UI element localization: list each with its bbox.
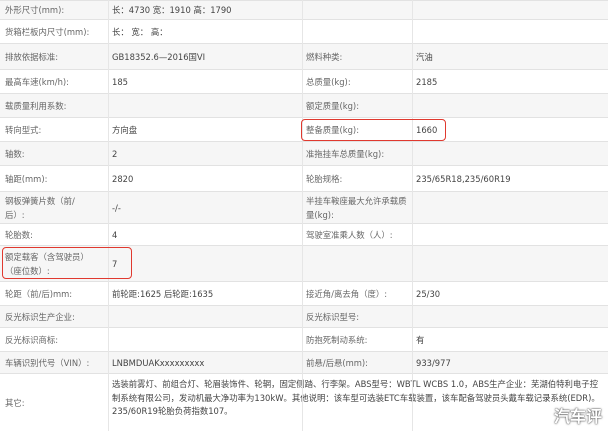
row-label-right: 半挂车鞍座最大允许承载质量(kg):: [306, 195, 407, 220]
row-value-right: 2185: [416, 76, 438, 87]
spec-row: 钢板弹簧片数（前/后）: -/- 半挂车鞍座最大允许承载质量(kg):: [0, 192, 608, 224]
highlight-box-seating: [2, 247, 132, 279]
row-label: 最高车速(km/h):: [5, 76, 69, 87]
spec-row: 车辆识别代号（VIN）: LNBMDUAKxxxxxxxxx 前悬/后悬(mm)…: [0, 352, 608, 374]
row-label: 外形尺寸(mm):: [5, 5, 65, 15]
spec-row: 外形尺寸(mm): 长：4730 宽：1910 高：1790: [0, 0, 608, 20]
highlight-box-curb-weight: [301, 119, 446, 141]
row-value: 2: [112, 148, 118, 159]
row-label: 轴距(mm):: [5, 173, 48, 184]
vehicle-spec-sheet: 外形尺寸(mm): 长：4730 宽：1910 高：1790 货箱栏板内尺寸(m…: [0, 0, 608, 431]
spec-row: 货箱栏板内尺寸(mm): 长： 宽： 高：: [0, 20, 608, 44]
row-label: 转向型式:: [5, 124, 42, 135]
column-divider: [302, 0, 303, 431]
row-label: 钢板弹簧片数（前/后）:: [5, 195, 75, 220]
row-label-right: 燃料种类:: [306, 51, 343, 62]
spec-row: 轴距(mm): 2820 轮胎规格: 235/65R18,235/60R19: [0, 166, 608, 192]
row-value: 7: [112, 258, 118, 269]
row-value: [112, 328, 300, 351]
other-label: 其它:: [5, 397, 25, 408]
row-value-right: 933/977: [416, 357, 451, 368]
spec-row: 轮距（前/后)mm: 前轮距:1625 后轮距:1635 接近角/离去角（度）:…: [0, 282, 608, 306]
row-value-right: [416, 142, 606, 165]
spec-row: 最高车速(km/h): 185 总质量(kg): 2185: [0, 70, 608, 94]
row-label: 轮距（前/后)mm:: [5, 288, 73, 299]
row-value-right: [416, 192, 606, 223]
column-divider: [412, 0, 413, 431]
row-label-right: 轮胎规格:: [306, 173, 343, 184]
row-value: 185: [112, 76, 128, 87]
row-label-right: 前悬/后悬(mm):: [306, 357, 368, 368]
row-label: 车辆识别代号（VIN）:: [5, 357, 90, 368]
row-value: GB18352.6—2016国VI: [112, 51, 206, 62]
row-value-right: 有: [416, 334, 425, 345]
row-label-right: 驾驶室准乘人数（人）:: [306, 229, 393, 240]
row-label: 载质量利用系数:: [5, 100, 67, 111]
spec-row: 反光标识商标: 防抱死制动系统: 有: [0, 328, 608, 352]
row-value: 方向盘: [112, 124, 138, 135]
spec-row: 排放依据标准: GB18352.6—2016国VI 燃料种类: 汽油: [0, 44, 608, 70]
row-value: 4: [112, 229, 118, 240]
spec-row: 轮胎数: 4 驾驶室准乘人数（人）:: [0, 224, 608, 246]
row-label: 反光标识生产企业:: [5, 311, 75, 322]
spec-row: 轴数: 2 准拖挂车总质量(kg):: [0, 142, 608, 166]
row-value: 2820: [112, 173, 134, 184]
row-value: -/-: [112, 202, 121, 213]
row-value: 长： 宽： 高：: [112, 26, 168, 37]
watermark-logo: 汽车评: [553, 407, 602, 426]
row-label: 反光标识商标:: [5, 334, 59, 345]
row-value: 长：4730 宽：1910 高：1790: [112, 5, 232, 15]
row-label-right: 总质量(kg):: [306, 76, 351, 87]
spec-row: 反光标识生产企业: 反光标识型号:: [0, 306, 608, 328]
row-label-right: 准拖挂车总质量(kg):: [306, 148, 385, 159]
row-value: LNBMDUAKxxxxxxxxx: [112, 357, 205, 368]
other-row: 其它: 选装前雾灯、前组合灯、轮眉装饰件、轮辋，固定侧踏、行李架。ABS型号：W…: [0, 374, 608, 431]
spec-row: 载质量利用系数: 额定质量(kg):: [0, 94, 608, 118]
row-label: 排放依据标准:: [5, 51, 59, 62]
row-label: 轮胎数:: [5, 229, 33, 240]
row-label-right: 接近角/离去角（度）:: [306, 288, 388, 299]
row-value-right: 汽油: [416, 51, 433, 62]
column-divider: [108, 0, 109, 431]
row-label-right: 防抱死制动系统:: [306, 334, 368, 345]
row-label: 货箱栏板内尺寸(mm):: [5, 26, 90, 37]
row-value-right: 235/65R18,235/60R19: [416, 173, 511, 184]
row-value-right: [416, 306, 606, 327]
row-label-right: 额定质量(kg):: [306, 100, 360, 111]
row-label: 轴数:: [5, 148, 25, 159]
row-value: [112, 306, 300, 327]
row-value-right: 25/30: [416, 288, 441, 299]
row-value-right: [416, 94, 606, 117]
row-label-right: 反光标识型号:: [306, 311, 360, 322]
row-value: 前轮距:1625 后轮距:1635: [112, 288, 214, 299]
row-value-right: [416, 224, 606, 245]
other-text: 选装前雾灯、前组合灯、轮眉装饰件、轮辋，固定侧踏、行李架。ABS型号：WBTL …: [112, 379, 600, 417]
row-value: [112, 94, 300, 117]
